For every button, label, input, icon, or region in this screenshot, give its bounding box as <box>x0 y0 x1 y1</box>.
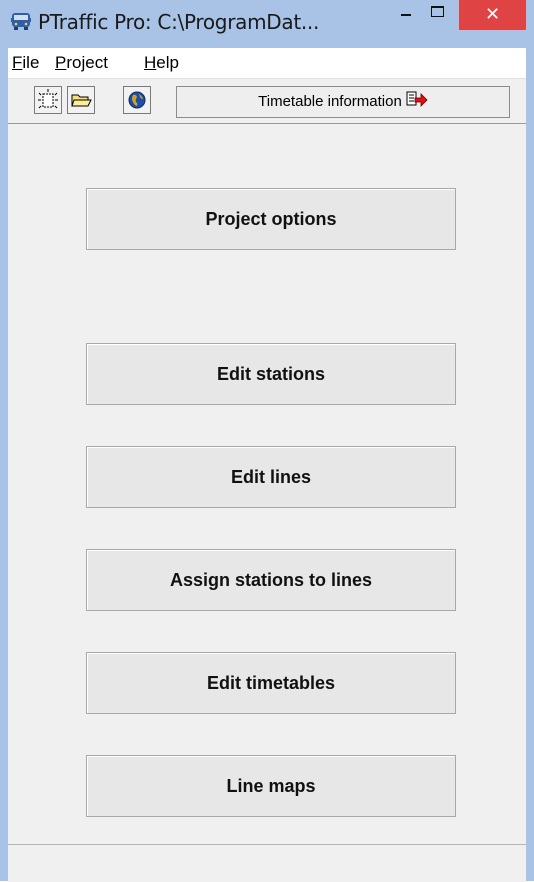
menu-help[interactable]: Help <box>144 53 179 73</box>
open-project-button[interactable] <box>67 86 95 114</box>
window-title: PTraffic Pro: C:\ProgramDat... <box>38 10 320 34</box>
globe-icon <box>128 91 146 109</box>
status-bar <box>8 844 526 882</box>
minimize-button[interactable] <box>392 0 420 30</box>
menu-bar: File Project Help <box>8 48 526 79</box>
edit-lines-button[interactable]: Edit lines <box>86 446 456 508</box>
export-arrow-icon <box>406 91 428 107</box>
menu-project[interactable]: Project <box>55 53 108 73</box>
edit-timetables-button[interactable]: Edit timetables <box>86 652 456 714</box>
new-project-button[interactable] <box>34 86 62 114</box>
web-button[interactable] <box>123 86 151 114</box>
close-button[interactable]: ✕ <box>459 0 526 30</box>
line-maps-button[interactable]: Line maps <box>86 755 456 817</box>
bus-icon <box>11 13 31 30</box>
open-folder-icon <box>71 94 92 107</box>
toolbar: Timetable information <box>8 79 526 124</box>
client-area: File Project Help Timetable information … <box>8 48 526 882</box>
assign-stations-to-lines-button[interactable]: Assign stations to lines <box>86 549 456 611</box>
app-window: PTraffic Pro: C:\ProgramDat... ✕ File Pr… <box>0 0 534 882</box>
new-document-icon <box>38 89 58 109</box>
maximize-button[interactable] <box>424 0 452 30</box>
project-options-button[interactable]: Project options <box>86 188 456 250</box>
timetable-information-button[interactable]: Timetable information <box>176 86 510 118</box>
menu-file[interactable]: File <box>12 53 39 73</box>
edit-stations-button[interactable]: Edit stations <box>86 343 456 405</box>
title-bar[interactable]: PTraffic Pro: C:\ProgramDat... ✕ <box>0 0 534 48</box>
